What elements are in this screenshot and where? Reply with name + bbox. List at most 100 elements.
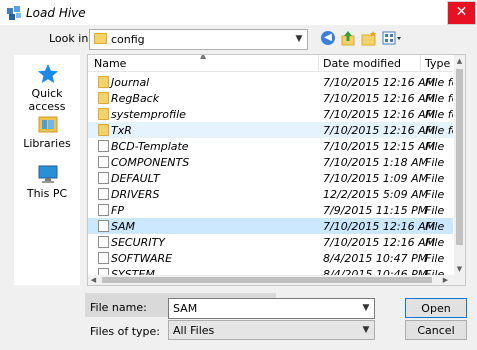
file-name-value: SAM [173, 302, 198, 315]
file-type-select[interactable]: All Files ▼ [168, 320, 375, 340]
file-type: File folder [425, 108, 453, 121]
file-type: File [425, 204, 445, 217]
file-row[interactable]: FP 7/9/2015 11:15 PM File [88, 202, 453, 218]
file-row[interactable]: BCD-Template 7/10/2015 12:15 AM File [88, 138, 453, 154]
file-name: TxR [111, 124, 132, 137]
file-list[interactable]: ▲ Name Date modified Type Journal 7/10/20… [87, 54, 466, 286]
file-type: File [425, 252, 445, 265]
column-name[interactable]: Name [94, 57, 126, 70]
file-date: 12/2/2015 5:09 AM [323, 188, 429, 201]
file-date: 7/10/2015 12:15 AM [323, 140, 436, 153]
file-row[interactable]: SAM 7/10/2015 12:16 AM File [88, 218, 453, 234]
file-row[interactable]: systemprofile 7/10/2015 12:16 AMFile fold… [88, 106, 453, 122]
file-icon [98, 188, 109, 200]
scroll-down-icon[interactable]: ▼ [454, 263, 465, 275]
place-label: Libraries [23, 137, 71, 150]
file-name: RegBack [111, 92, 160, 105]
file-type: File folder [425, 76, 453, 89]
file-name: BCD-Template [111, 140, 189, 153]
place-quick-access[interactable]: Quick access [14, 61, 80, 113]
quick-access-star-icon [38, 64, 58, 83]
file-icon [98, 172, 109, 184]
vertical-scrollbar[interactable]: ▲ ▼ [454, 55, 465, 285]
file-date: 7/10/2015 12:16 AM [323, 76, 436, 89]
places-bar: Quick access Libraries This PC [14, 55, 80, 285]
list-header: ▲ Name Date modified Type [88, 55, 453, 72]
view-menu-icon[interactable] [382, 30, 402, 46]
sort-ascending-icon: ▲ [200, 54, 207, 60]
file-type: File [425, 236, 445, 249]
folder-icon [94, 33, 107, 44]
scroll-right-icon[interactable]: ▶ [440, 275, 451, 285]
open-button[interactable]: Open [405, 298, 467, 318]
scroll-left-icon[interactable]: ◀ [88, 275, 99, 285]
file-icon [98, 140, 109, 152]
close-button[interactable]: ✕ [447, 1, 476, 25]
file-type: File folder [425, 124, 453, 137]
file-name: SECURITY [111, 236, 165, 249]
file-row[interactable]: SECURITY 7/10/2015 12:16 AM File [88, 234, 453, 250]
file-name: COMPONENTS [111, 156, 190, 169]
file-type-label: Files of type: [90, 325, 161, 338]
cancel-button[interactable]: Cancel [405, 320, 467, 340]
file-type-value: All Files [173, 324, 215, 337]
file-name: FP [111, 204, 124, 217]
place-label: This PC [26, 187, 68, 200]
file-row[interactable]: Journal 7/10/2015 12:16 AMFile folder [88, 74, 453, 90]
chevron-down-icon[interactable]: ▼ [291, 30, 307, 49]
back-arrow-icon[interactable]: ◀ [321, 31, 335, 45]
look-in-combo[interactable]: config ▼ [89, 29, 308, 50]
folder-icon [98, 124, 109, 136]
file-type: File folder [425, 92, 453, 105]
registry-editor-icon [7, 6, 21, 20]
column-type[interactable]: Type [425, 57, 450, 70]
file-type: File [425, 188, 445, 201]
chevron-down-icon[interactable]: ▼ [358, 299, 374, 318]
file-date: 7/10/2015 12:16 AM [323, 92, 436, 105]
file-name-input[interactable]: SAM ▼ [168, 298, 375, 319]
folder-icon [98, 76, 109, 88]
libraries-icon [38, 116, 58, 133]
column-date[interactable]: Date modified [323, 57, 401, 70]
file-row[interactable]: DEFAULT 7/10/2015 1:09 AM File [88, 170, 453, 186]
column-divider[interactable] [420, 55, 421, 71]
file-name: DRIVERS [111, 188, 160, 201]
horizontal-scroll-thumb[interactable] [102, 277, 432, 283]
place-libraries[interactable]: Libraries [14, 111, 80, 157]
file-icon [98, 204, 109, 216]
file-name: SAM [111, 220, 135, 233]
file-date: 8/4/2015 10:47 PM [323, 252, 428, 265]
file-date: 7/10/2015 1:09 AM [323, 172, 429, 185]
file-icon [98, 252, 109, 264]
file-date: 7/10/2015 12:16 AM [323, 220, 436, 233]
file-name: DEFAULT [111, 172, 160, 185]
file-date: 7/10/2015 1:18 AM [323, 156, 429, 169]
file-name: Journal [111, 76, 150, 89]
file-icon [98, 236, 109, 248]
file-row[interactable]: TxR 7/10/2015 12:16 AMFile folder [88, 122, 453, 138]
file-row[interactable]: RegBack 7/10/2015 12:16 AMFile folder [88, 90, 453, 106]
file-date: 7/10/2015 12:16 AM [323, 236, 436, 249]
file-row[interactable]: COMPONENTS 7/10/2015 1:18 AM File [88, 154, 453, 170]
window-title: Load Hive [26, 6, 86, 20]
file-type: File [425, 140, 445, 153]
close-icon: ✕ [455, 4, 468, 20]
place-label: Quick access [28, 87, 66, 113]
file-icon [98, 220, 109, 232]
place-this-pc[interactable]: This PC [14, 161, 80, 207]
file-date: 7/10/2015 12:16 AM [323, 108, 436, 121]
file-name-label: File name: [90, 301, 147, 314]
new-folder-icon[interactable] [361, 30, 377, 46]
file-row[interactable]: DRIVERS 12/2/2015 5:09 AM File [88, 186, 453, 202]
file-icon [98, 156, 109, 168]
file-name: systemprofile [111, 108, 186, 121]
horizontal-scrollbar[interactable]: ◀ ▶ [88, 275, 454, 285]
scroll-up-icon[interactable]: ▲ [454, 55, 465, 67]
look-in-label: Look in: [49, 32, 92, 45]
scroll-thumb[interactable] [456, 69, 463, 245]
up-folder-icon[interactable] [341, 30, 355, 46]
chevron-down-icon[interactable]: ▼ [358, 321, 374, 339]
file-row[interactable]: SOFTWARE 8/4/2015 10:47 PM File [88, 250, 453, 266]
folder-icon [98, 108, 109, 120]
column-divider[interactable] [318, 55, 319, 71]
